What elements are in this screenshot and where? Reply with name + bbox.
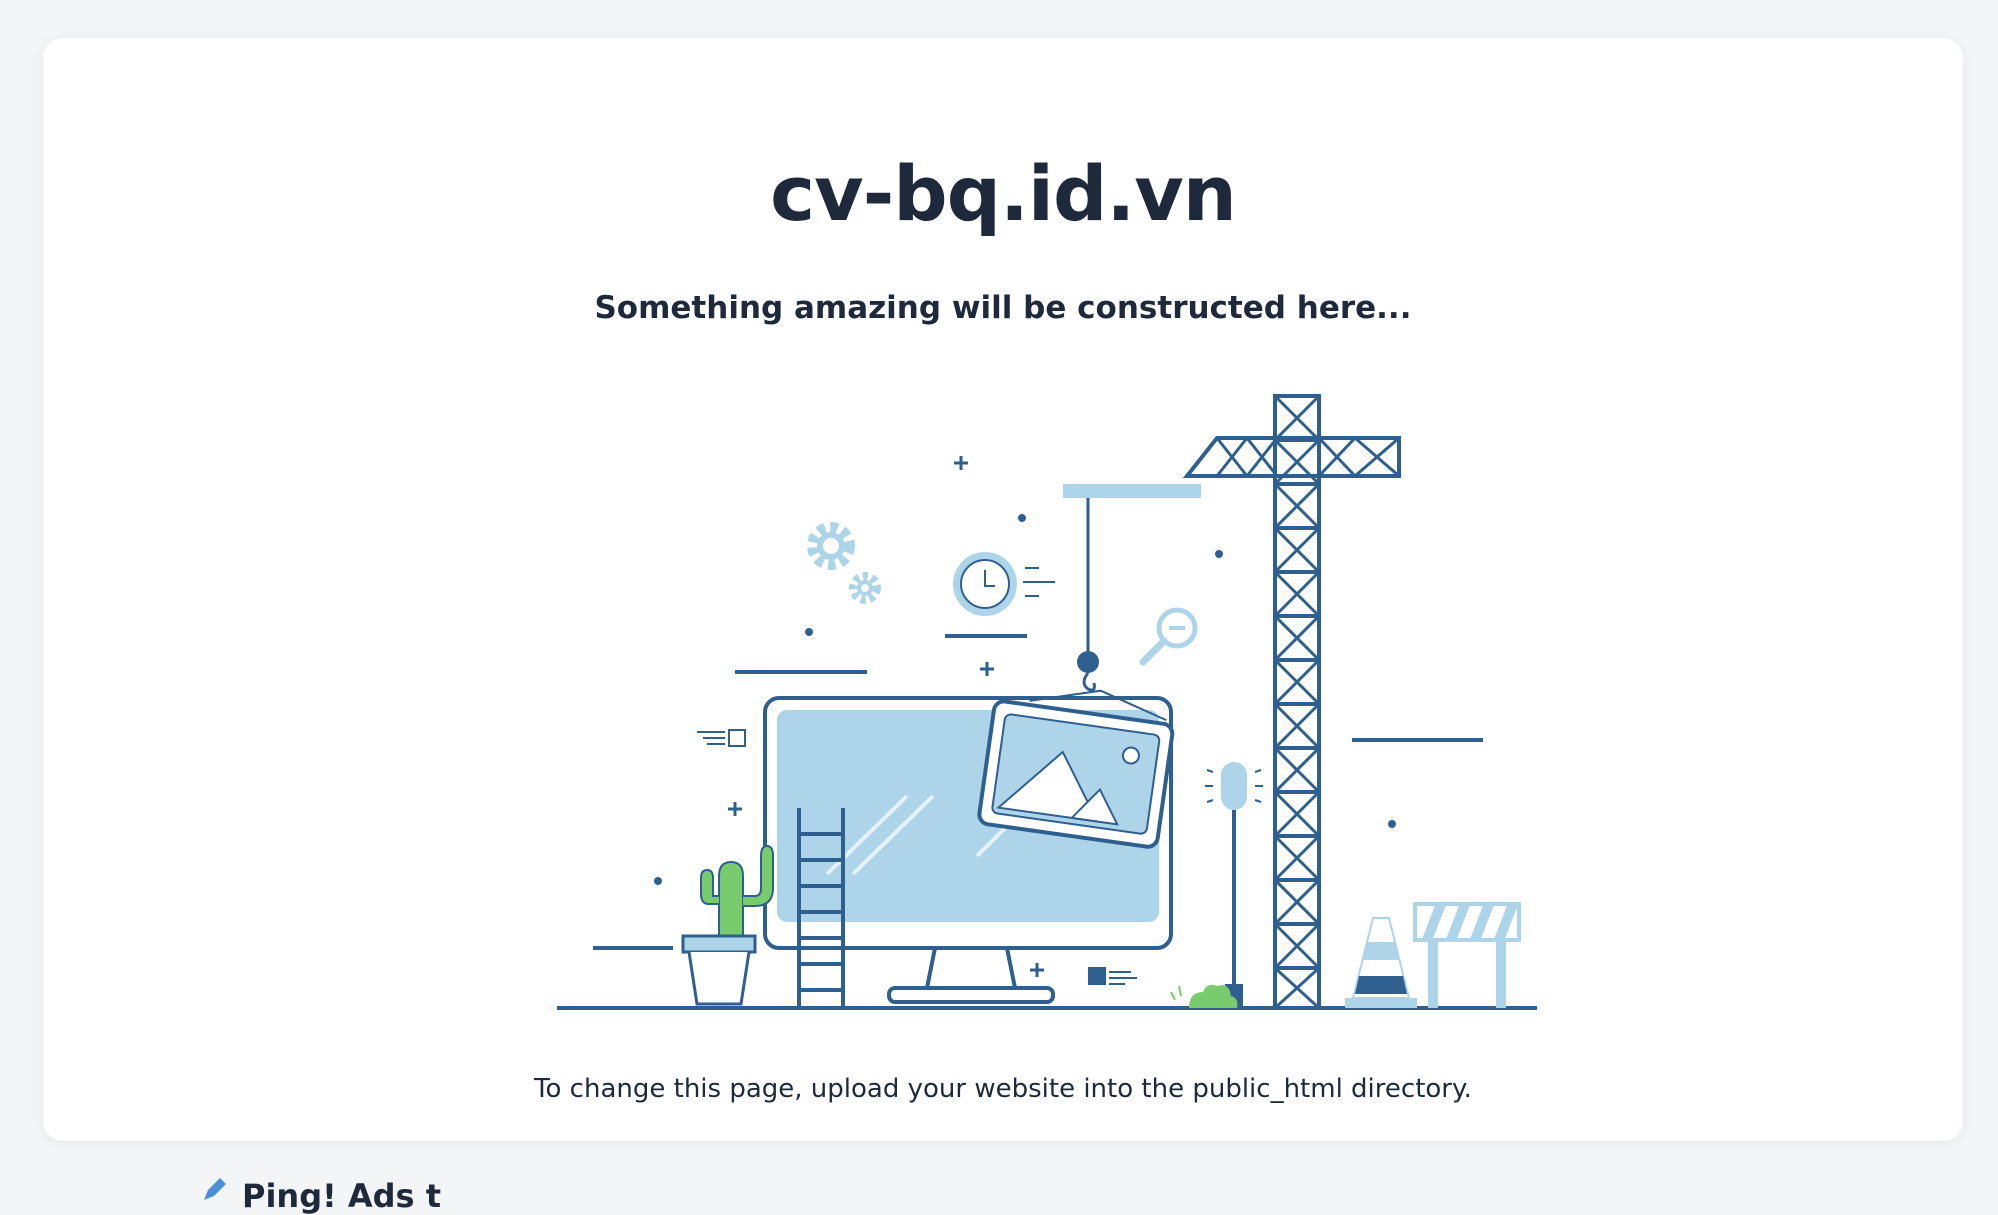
magnifier-icon <box>1139 607 1198 666</box>
page-subtitle: Something amazing will be constructed he… <box>594 290 1412 326</box>
street-lamp-icon <box>1205 762 1263 1008</box>
page-title: cv-bq.id.vn <box>770 149 1237 238</box>
decorative-square <box>1088 967 1137 985</box>
clock-icon <box>953 552 1055 616</box>
crane-counterweight <box>1063 484 1201 498</box>
bottom-peek-section: Ping! Ads t <box>200 1172 441 1212</box>
pencil-icon <box>204 1178 226 1200</box>
peek-heading: Ping! Ads t <box>242 1177 441 1215</box>
speed-lines-icon <box>697 729 746 747</box>
barrier-icon <box>1413 902 1521 1008</box>
main-card: cv-bq.id.vn Something amazing will be co… <box>43 38 1963 1141</box>
crane-hook <box>1077 651 1099 673</box>
gear-icon <box>807 522 881 604</box>
upload-instruction: To change this page, upload your website… <box>534 1074 1472 1104</box>
construction-illustration <box>557 394 1537 1010</box>
cactus-icon <box>681 844 774 1006</box>
traffic-cone-icon <box>1345 917 1417 1008</box>
bush-icon <box>1170 984 1238 1008</box>
